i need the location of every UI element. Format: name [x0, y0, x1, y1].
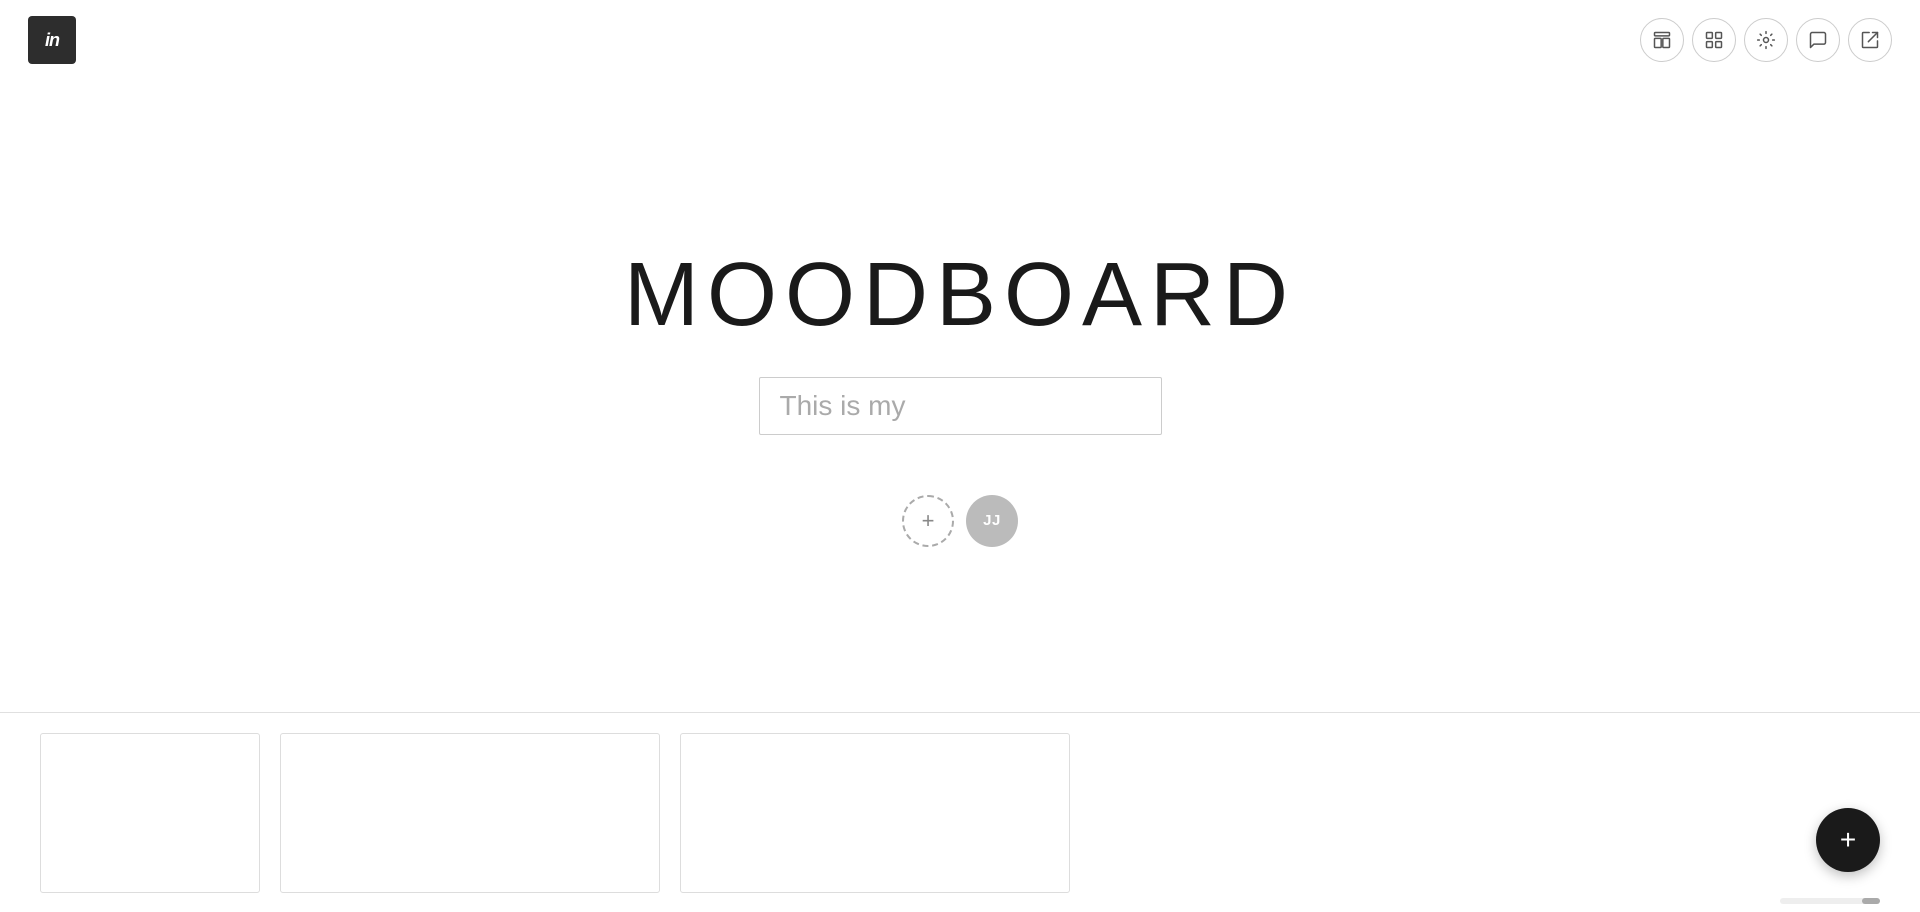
scrollbar-thumb[interactable]: [1862, 898, 1880, 904]
bottom-section: [0, 712, 1920, 912]
header: in: [0, 0, 1920, 80]
collaborators-row: + JJ: [902, 495, 1018, 547]
add-collaborator-button[interactable]: +: [902, 495, 954, 547]
logo-text: in: [45, 30, 59, 51]
settings-button[interactable]: [1744, 18, 1788, 62]
moodboard-title: MOODBOARD: [624, 244, 1296, 347]
grid-button[interactable]: [1692, 18, 1736, 62]
comment-icon: [1808, 30, 1828, 50]
grid-icon: [1704, 30, 1724, 50]
collaborator-avatar[interactable]: JJ: [966, 495, 1018, 547]
settings-icon: [1756, 30, 1776, 50]
main-content: MOODBOARD + JJ: [0, 80, 1920, 710]
add-collaborator-label: +: [922, 508, 935, 534]
layout-icon: [1652, 30, 1672, 50]
layout-button[interactable]: [1640, 18, 1684, 62]
board-card-2: [280, 733, 660, 893]
share-button[interactable]: [1848, 18, 1892, 62]
top-nav: [1640, 18, 1892, 62]
board-card-3: [680, 733, 1070, 893]
scrollbar-track: [1780, 898, 1880, 904]
fab-label: +: [1840, 824, 1856, 856]
subtitle-input[interactable]: [759, 377, 1162, 435]
fab-add-button[interactable]: +: [1816, 808, 1880, 872]
logo[interactable]: in: [28, 16, 76, 64]
share-icon: [1860, 30, 1880, 50]
board-card-1: [40, 733, 260, 893]
collaborator-initials: JJ: [983, 512, 1001, 529]
comment-button[interactable]: [1796, 18, 1840, 62]
